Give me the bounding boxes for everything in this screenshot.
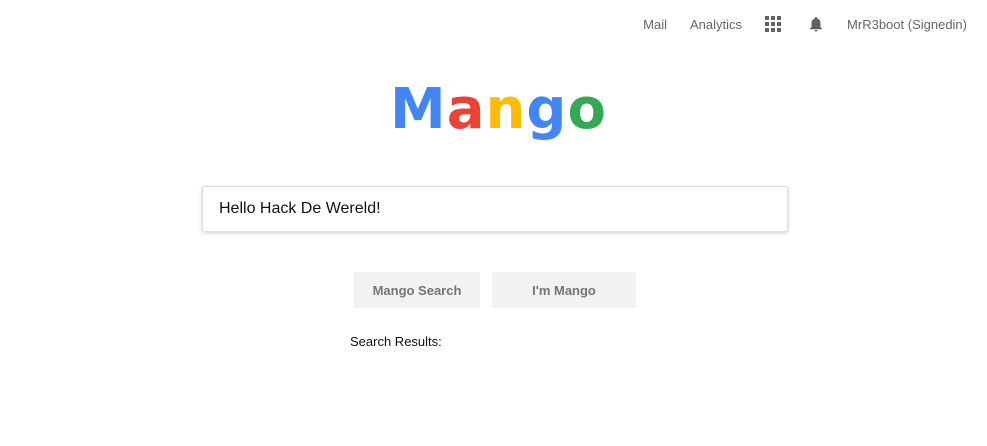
mango-logo: Mango [0, 78, 987, 142]
bell-icon[interactable] [807, 14, 825, 34]
mail-link[interactable]: Mail [643, 17, 667, 32]
top-bar: Mail Analytics MrR3boot (Signedin) [620, 0, 987, 48]
logo-letter: n [485, 77, 527, 142]
search-box [202, 186, 788, 232]
user-account-link[interactable]: MrR3boot (Signedin) [847, 17, 967, 32]
logo-letter: o [567, 77, 607, 142]
logo-letter: a [446, 77, 486, 142]
search-results-label: Search Results: [350, 334, 442, 349]
analytics-link[interactable]: Analytics [690, 17, 742, 32]
search-input[interactable] [203, 187, 787, 231]
im-mango-button[interactable]: I'm Mango [492, 272, 636, 308]
mango-search-button[interactable]: Mango Search [354, 272, 480, 308]
logo-letter: g [526, 77, 568, 142]
logo-letter: M [390, 77, 447, 142]
apps-grid-icon[interactable] [765, 16, 782, 32]
page: Mail Analytics MrR3boot (Signedin) Mango… [0, 0, 987, 446]
